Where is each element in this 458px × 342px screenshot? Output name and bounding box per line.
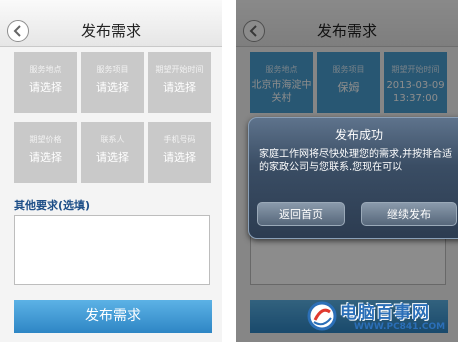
submit-button[interactable]: 发布需求 bbox=[14, 300, 212, 333]
field-value: 请选择 bbox=[163, 151, 196, 164]
continue-publish-button[interactable]: 继续发布 bbox=[361, 202, 457, 226]
dialog-title: 发布成功 bbox=[334, 128, 383, 142]
field-contact[interactable]: 联系人 请选择 bbox=[81, 122, 144, 183]
header-bar: 发布需求 bbox=[0, 0, 222, 47]
field-label: 服务地点 bbox=[29, 65, 62, 74]
field-phone[interactable]: 手机号码 请选择 bbox=[148, 122, 211, 183]
watermark-logo-icon bbox=[307, 301, 337, 331]
other-requirements-textarea[interactable] bbox=[14, 215, 210, 285]
watermark-url: WWW.PC841.COM bbox=[354, 322, 446, 332]
field-expected-price[interactable]: 期望价格 请选择 bbox=[14, 122, 77, 183]
field-label: 联系人 bbox=[100, 135, 125, 144]
left-screen: 发布需求 服务地点 请选择 服务项目 请选择 期望开始时间 请选择 期望价格 请… bbox=[0, 0, 222, 342]
dialog-message: 家庭工作网将尽快处理您的需求,并按排合适的家政公司与您联系.您现在可以 bbox=[259, 149, 453, 173]
watermark-name: 电脑百事网 bbox=[340, 303, 430, 323]
field-start-time[interactable]: 期望开始时间 请选择 bbox=[148, 52, 211, 113]
field-label: 期望开始时间 bbox=[155, 65, 204, 74]
field-value: 请选择 bbox=[29, 151, 62, 164]
field-label: 期望价格 bbox=[29, 135, 62, 144]
field-value: 请选择 bbox=[29, 81, 62, 94]
field-label: 手机号码 bbox=[163, 135, 196, 144]
page-title: 发布需求 bbox=[80, 22, 141, 40]
success-dialog: 发布成功 家庭工作网将尽快处理您的需求,并按排合适的家政公司与您联系.您现在可以… bbox=[248, 117, 458, 239]
field-service-item[interactable]: 服务项目 请选择 bbox=[81, 52, 144, 113]
return-home-button[interactable]: 返回首页 bbox=[257, 202, 345, 226]
field-service-location[interactable]: 服务地点 请选择 bbox=[14, 52, 77, 113]
watermark: 电脑百事网 WWW.PC841.COM bbox=[306, 298, 456, 340]
field-label: 服务项目 bbox=[96, 65, 129, 74]
field-value: 请选择 bbox=[96, 81, 129, 94]
field-value: 请选择 bbox=[163, 81, 196, 94]
other-requirements-label: 其他要求(选填) bbox=[14, 199, 91, 212]
right-screen: 发布需求 服务地点 北京市海淀中关村 服务项目 保姆 期望开始时间 2013-0… bbox=[236, 0, 458, 342]
field-value: 请选择 bbox=[96, 151, 129, 164]
